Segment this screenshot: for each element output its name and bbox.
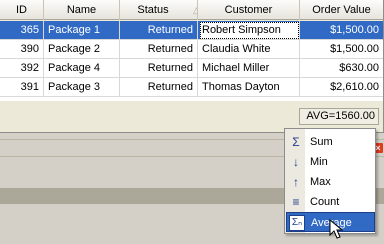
table-row[interactable]: 392 Package 4 Returned Michael Miller $6…	[0, 59, 383, 78]
cell-name[interactable]: Package 2	[44, 40, 120, 59]
cell-status[interactable]: Returned	[120, 21, 198, 40]
cell-order-value[interactable]: $1,500.00	[300, 40, 383, 59]
table-row[interactable]: 365 Package 1 Returned Robert Simpson $1…	[0, 21, 383, 40]
grid-body: 365 Package 1 Returned Robert Simpson $1…	[0, 21, 383, 101]
table-row[interactable]: 391 Package 3 Returned Thomas Dayton $2,…	[0, 78, 383, 97]
cell-status[interactable]: Returned	[120, 78, 198, 97]
min-icon: ↓	[293, 155, 299, 169]
column-header-name[interactable]: Name	[44, 0, 120, 20]
sum-icon: Σ	[292, 135, 300, 149]
menu-item-min[interactable]: ↓ Min	[286, 152, 375, 172]
menu-item-sum[interactable]: Σ Sum	[286, 132, 375, 152]
cell-id[interactable]: 391	[0, 78, 44, 97]
cell-id[interactable]: 365	[0, 21, 44, 40]
cell-order-value[interactable]: $630.00	[300, 59, 383, 78]
cell-customer[interactable]: Claudia White	[198, 40, 300, 59]
menu-item-label: Max	[310, 176, 331, 188]
column-header-status[interactable]: Status △ ▾	[120, 0, 198, 20]
menu-item-count[interactable]: ≡ Count	[286, 192, 375, 212]
count-icon: ≡	[292, 195, 300, 209]
menu-item-label: Min	[310, 156, 328, 168]
data-grid: ID Name Status △ ▾ Customer Order Value …	[0, 0, 384, 133]
cell-customer[interactable]: Robert Simpson	[198, 21, 300, 40]
column-header-customer[interactable]: Customer	[198, 0, 300, 20]
column-header-id[interactable]: ID	[0, 0, 44, 20]
mouse-pointer-icon	[329, 219, 344, 239]
cell-id[interactable]: 392	[0, 59, 44, 78]
summary-cell[interactable]: AVG=1560.00	[299, 108, 379, 125]
cell-status[interactable]: Returned	[120, 59, 198, 78]
cell-order-value[interactable]: $2,610.00	[300, 78, 383, 97]
cell-customer[interactable]: Thomas Dayton	[198, 78, 300, 97]
cell-name[interactable]: Package 1	[44, 21, 120, 40]
average-icon: Σₙ	[289, 215, 305, 231]
column-header-status-label: Status	[137, 4, 169, 16]
grid-header: ID Name Status △ ▾ Customer Order Value	[0, 0, 383, 20]
table-row[interactable]: 390 Package 2 Returned Claudia White $1,…	[0, 40, 383, 59]
cell-name[interactable]: Package 4	[44, 59, 120, 78]
menu-item-label: Sum	[310, 136, 333, 148]
cell-status[interactable]: Returned	[120, 40, 198, 59]
cell-order-value[interactable]: $1,500.00	[300, 21, 383, 40]
max-icon: ↑	[293, 175, 299, 189]
cell-customer[interactable]: Michael Miller	[198, 59, 300, 78]
menu-item-max[interactable]: ↑ Max	[286, 172, 375, 192]
menu-item-label: Count	[310, 196, 340, 208]
column-header-order-value[interactable]: Order Value	[300, 0, 383, 20]
cell-name[interactable]: Package 3	[44, 78, 120, 97]
cell-id[interactable]: 390	[0, 40, 44, 59]
